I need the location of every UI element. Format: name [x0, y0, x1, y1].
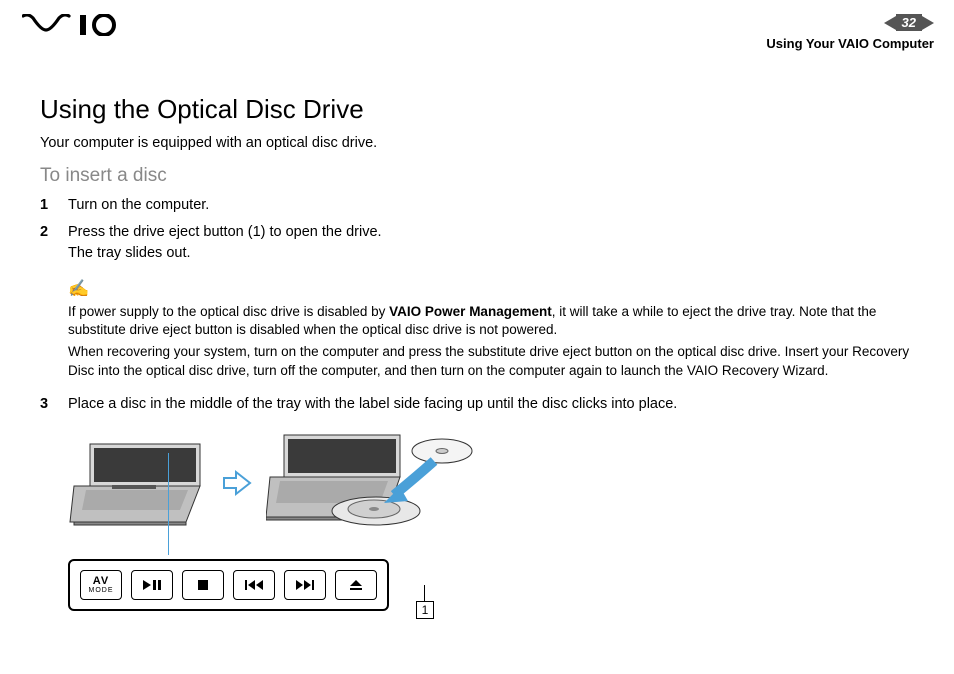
laptop-closed-image	[68, 440, 208, 526]
next-page-icon[interactable]	[922, 16, 934, 30]
step-2: 2 Press the drive eject button (1) to op…	[40, 222, 924, 264]
step-text: Turn on the computer.	[68, 195, 209, 216]
callout-number: 1	[416, 601, 434, 619]
intro-text: Your computer is equipped with an optica…	[40, 135, 924, 151]
page-number: 32	[896, 14, 922, 31]
section-subtitle: To insert a disc	[40, 165, 924, 187]
button-label: AV	[93, 576, 109, 587]
next-track-button	[284, 570, 326, 600]
step-text: Press the drive eject button (1) to open…	[68, 222, 382, 243]
note-icon: ✍	[68, 278, 924, 301]
vaio-logo	[22, 14, 118, 41]
button-label: MODE	[89, 587, 114, 594]
callout-line	[424, 585, 425, 601]
note-text: When recovering your system, turn on the…	[68, 343, 924, 379]
note-text: If power supply to the optical disc driv…	[68, 304, 389, 319]
step-number: 1	[40, 195, 68, 216]
step-number: 3	[40, 394, 68, 415]
stop-button	[182, 570, 224, 600]
laptop-open-disc-image	[266, 433, 486, 533]
prev-page-icon[interactable]	[884, 16, 896, 30]
step-text: The tray slides out.	[68, 243, 382, 264]
eject-button	[335, 570, 377, 600]
callout-line	[168, 453, 169, 555]
step-1: 1 Turn on the computer.	[40, 195, 924, 216]
page-title: Using the Optical Disc Drive	[40, 94, 924, 125]
media-button-panel: AV MODE	[68, 559, 389, 611]
breadcrumb: Using Your VAIO Computer	[766, 36, 934, 51]
av-mode-button: AV MODE	[80, 570, 122, 600]
step-text: Place a disc in the middle of the tray w…	[68, 394, 677, 415]
arrow-right-icon	[222, 468, 252, 498]
illustration: AV MODE 1	[68, 433, 498, 611]
note-bold: VAIO Power Management	[389, 304, 552, 319]
step-number: 2	[40, 222, 68, 264]
play-pause-button	[131, 570, 173, 600]
step-3: 3 Place a disc in the middle of the tray…	[40, 394, 924, 415]
prev-track-button	[233, 570, 275, 600]
note-block: ✍ If power supply to the optical disc dr…	[68, 278, 924, 380]
